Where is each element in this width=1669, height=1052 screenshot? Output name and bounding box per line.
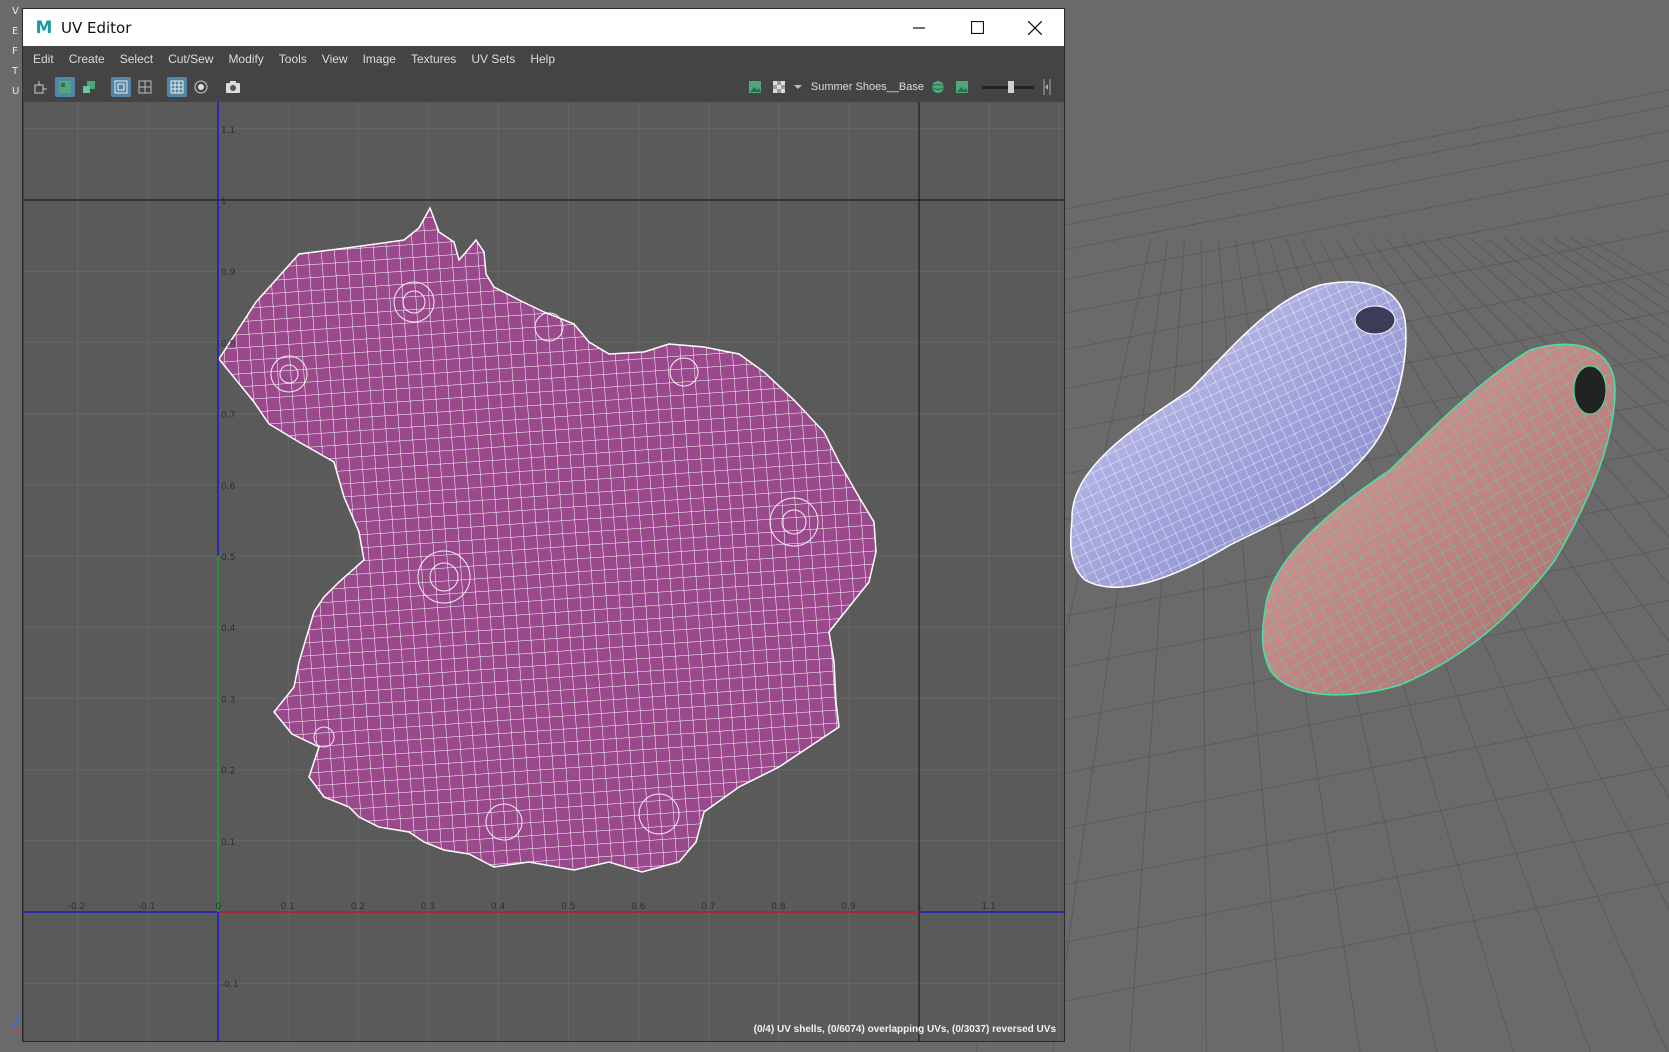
maximize-icon — [970, 21, 984, 34]
toolbar-right-group: Summer Shoes__Base — [745, 77, 1054, 97]
exposure-slider-thumb[interactable] — [1008, 80, 1014, 93]
uv-stack-icon — [83, 81, 95, 93]
panel-toggle-icon[interactable] — [1040, 78, 1054, 96]
uv-stack-button[interactable] — [79, 77, 99, 97]
minimize-icon — [913, 26, 925, 29]
v-tick-label: 0.3 — [221, 695, 235, 705]
ground-grid-line — [1059, 881, 1669, 1003]
shaded-uv-icon — [194, 80, 208, 94]
uv-shell-icon — [34, 81, 47, 94]
v-tick-label: -0.1 — [221, 980, 239, 990]
minimize-button[interactable] — [890, 9, 948, 46]
v-tick-label: 1.1 — [221, 126, 235, 136]
checker-button[interactable] — [769, 77, 789, 97]
ground-grid-line — [1052, 238, 1169, 1052]
u-tick-label: -0.2 — [68, 902, 86, 912]
v-tick-label: 0.8 — [221, 339, 236, 349]
uv-editor-window[interactable]: M UV Editor Edit Create Select Cut/Sew M… — [22, 8, 1065, 1042]
menu-help[interactable]: Help — [530, 52, 555, 66]
close-button[interactable] — [1006, 9, 1064, 46]
u-tick-label: 0.7 — [701, 902, 715, 912]
menu-edit[interactable]: Edit — [33, 52, 54, 66]
menu-create[interactable]: Create — [69, 52, 105, 66]
u-tick-label: 0.9 — [841, 902, 856, 912]
u-tick-label: -0.1 — [138, 902, 156, 912]
uv-layout-icon — [59, 81, 71, 93]
v-tick-label: 1 — [221, 197, 227, 207]
exposure-slider[interactable] — [982, 80, 1034, 93]
v-tick-label: 0.2 — [221, 767, 235, 777]
v-tick-label: 0.5 — [221, 553, 235, 563]
maya-logo-icon: M — [35, 17, 53, 38]
u-tick-label: 1 — [917, 902, 923, 912]
chevron-down-icon[interactable] — [793, 82, 803, 92]
wireframe-toggle-button[interactable] — [111, 77, 131, 97]
side-label: U — [12, 86, 20, 97]
side-label: F — [12, 46, 18, 57]
window-title: UV Editor — [61, 18, 132, 37]
side-label: E — [12, 26, 19, 37]
image-icon — [956, 81, 968, 93]
uv-grid-svg: -0.2 -0.1 0 0.1 0.2 0.3 0.4 0.5 0.6 0.7 0.8 0.9 1 1.1… — [24, 102, 1064, 1041]
wireframe-toggle-icon — [114, 80, 128, 94]
u-tick-label: 0.6 — [631, 902, 646, 912]
shaded-uv-button[interactable] — [191, 77, 211, 97]
maya-workspace: V E F T U M UV Editor Edit Create Select… — [0, 0, 1669, 1052]
title-bar[interactable]: M UV Editor — [23, 9, 1064, 46]
display-image-button[interactable] — [745, 77, 765, 97]
u-tick-label: 0.4 — [491, 902, 506, 912]
menu-view[interactable]: View — [322, 52, 348, 66]
ground-grid-line — [1059, 822, 1669, 944]
sphere-icon — [931, 81, 945, 93]
menu-cut-sew[interactable]: Cut/Sew — [168, 52, 213, 66]
ground-grid-line — [1059, 160, 1669, 281]
v-tick-label: 0.6 — [221, 482, 236, 492]
menu-select[interactable]: Select — [120, 52, 153, 66]
uv-status-line: (0/4) UV shells, (0/6074) overlapping UV… — [753, 1024, 1056, 1035]
ground-grid-line — [1059, 89, 1669, 211]
u-tick-label: 0.2 — [351, 902, 365, 912]
ground-grid-line — [1200, 238, 1207, 1052]
side-label: T — [12, 66, 19, 77]
side-label: V — [12, 6, 19, 17]
close-icon — [1028, 20, 1042, 35]
pixel-snap-icon — [170, 80, 184, 94]
uv-toolbar: Summer Shoes__Base — [23, 72, 1064, 102]
texture-image-button[interactable] — [952, 77, 972, 97]
image-icon — [748, 81, 761, 93]
grid-toggle-button[interactable] — [135, 77, 155, 97]
u-tick-label: 0.8 — [771, 902, 786, 912]
menu-tools[interactable]: Tools — [279, 52, 307, 66]
uv-texture-editor-canvas[interactable]: -0.2 -0.1 0 0.1 0.2 0.3 0.4 0.5 0.6 0.7 0.8 0.9 1 1.1… — [24, 102, 1064, 1041]
u-tick-label: 0 — [216, 902, 222, 912]
v-tick-label: 0.7 — [221, 411, 235, 421]
snapshot-icon — [226, 81, 240, 93]
maximize-button[interactable] — [948, 9, 1006, 46]
u-tick-label: 0.5 — [561, 902, 575, 912]
menu-uv-sets[interactable]: UV Sets — [471, 52, 515, 66]
v-tick-label: 0.9 — [221, 268, 236, 278]
v-tick-label: 0.4 — [221, 624, 236, 634]
ground-grid-line — [1059, 765, 1669, 887]
snapshot-button[interactable] — [223, 77, 243, 97]
uv-shell[interactable] — [218, 206, 877, 873]
uv-shell-button[interactable] — [31, 77, 51, 97]
ground-grid-line — [1059, 130, 1669, 252]
u-tick-label: 0.3 — [421, 902, 435, 912]
menu-modify[interactable]: Modify — [228, 52, 263, 66]
menu-image[interactable]: Image — [363, 52, 396, 66]
checker-icon — [772, 81, 785, 93]
grid-toggle-icon — [138, 80, 152, 94]
texture-sphere-button[interactable] — [928, 77, 948, 97]
u-tick-label: 1.1 — [982, 902, 996, 912]
uv-layout-button[interactable] — [55, 77, 75, 97]
v-tick-label: 0.1 — [221, 838, 235, 848]
texture-name-label[interactable]: Summer Shoes__Base — [811, 81, 924, 93]
u-tick-label: 0.1 — [281, 902, 295, 912]
menu-bar: Edit Create Select Cut/Sew Modify Tools … — [23, 46, 1064, 72]
menu-textures[interactable]: Textures — [411, 52, 456, 66]
pixel-snap-button[interactable] — [167, 77, 187, 97]
ground-grid-line — [1059, 105, 1669, 227]
